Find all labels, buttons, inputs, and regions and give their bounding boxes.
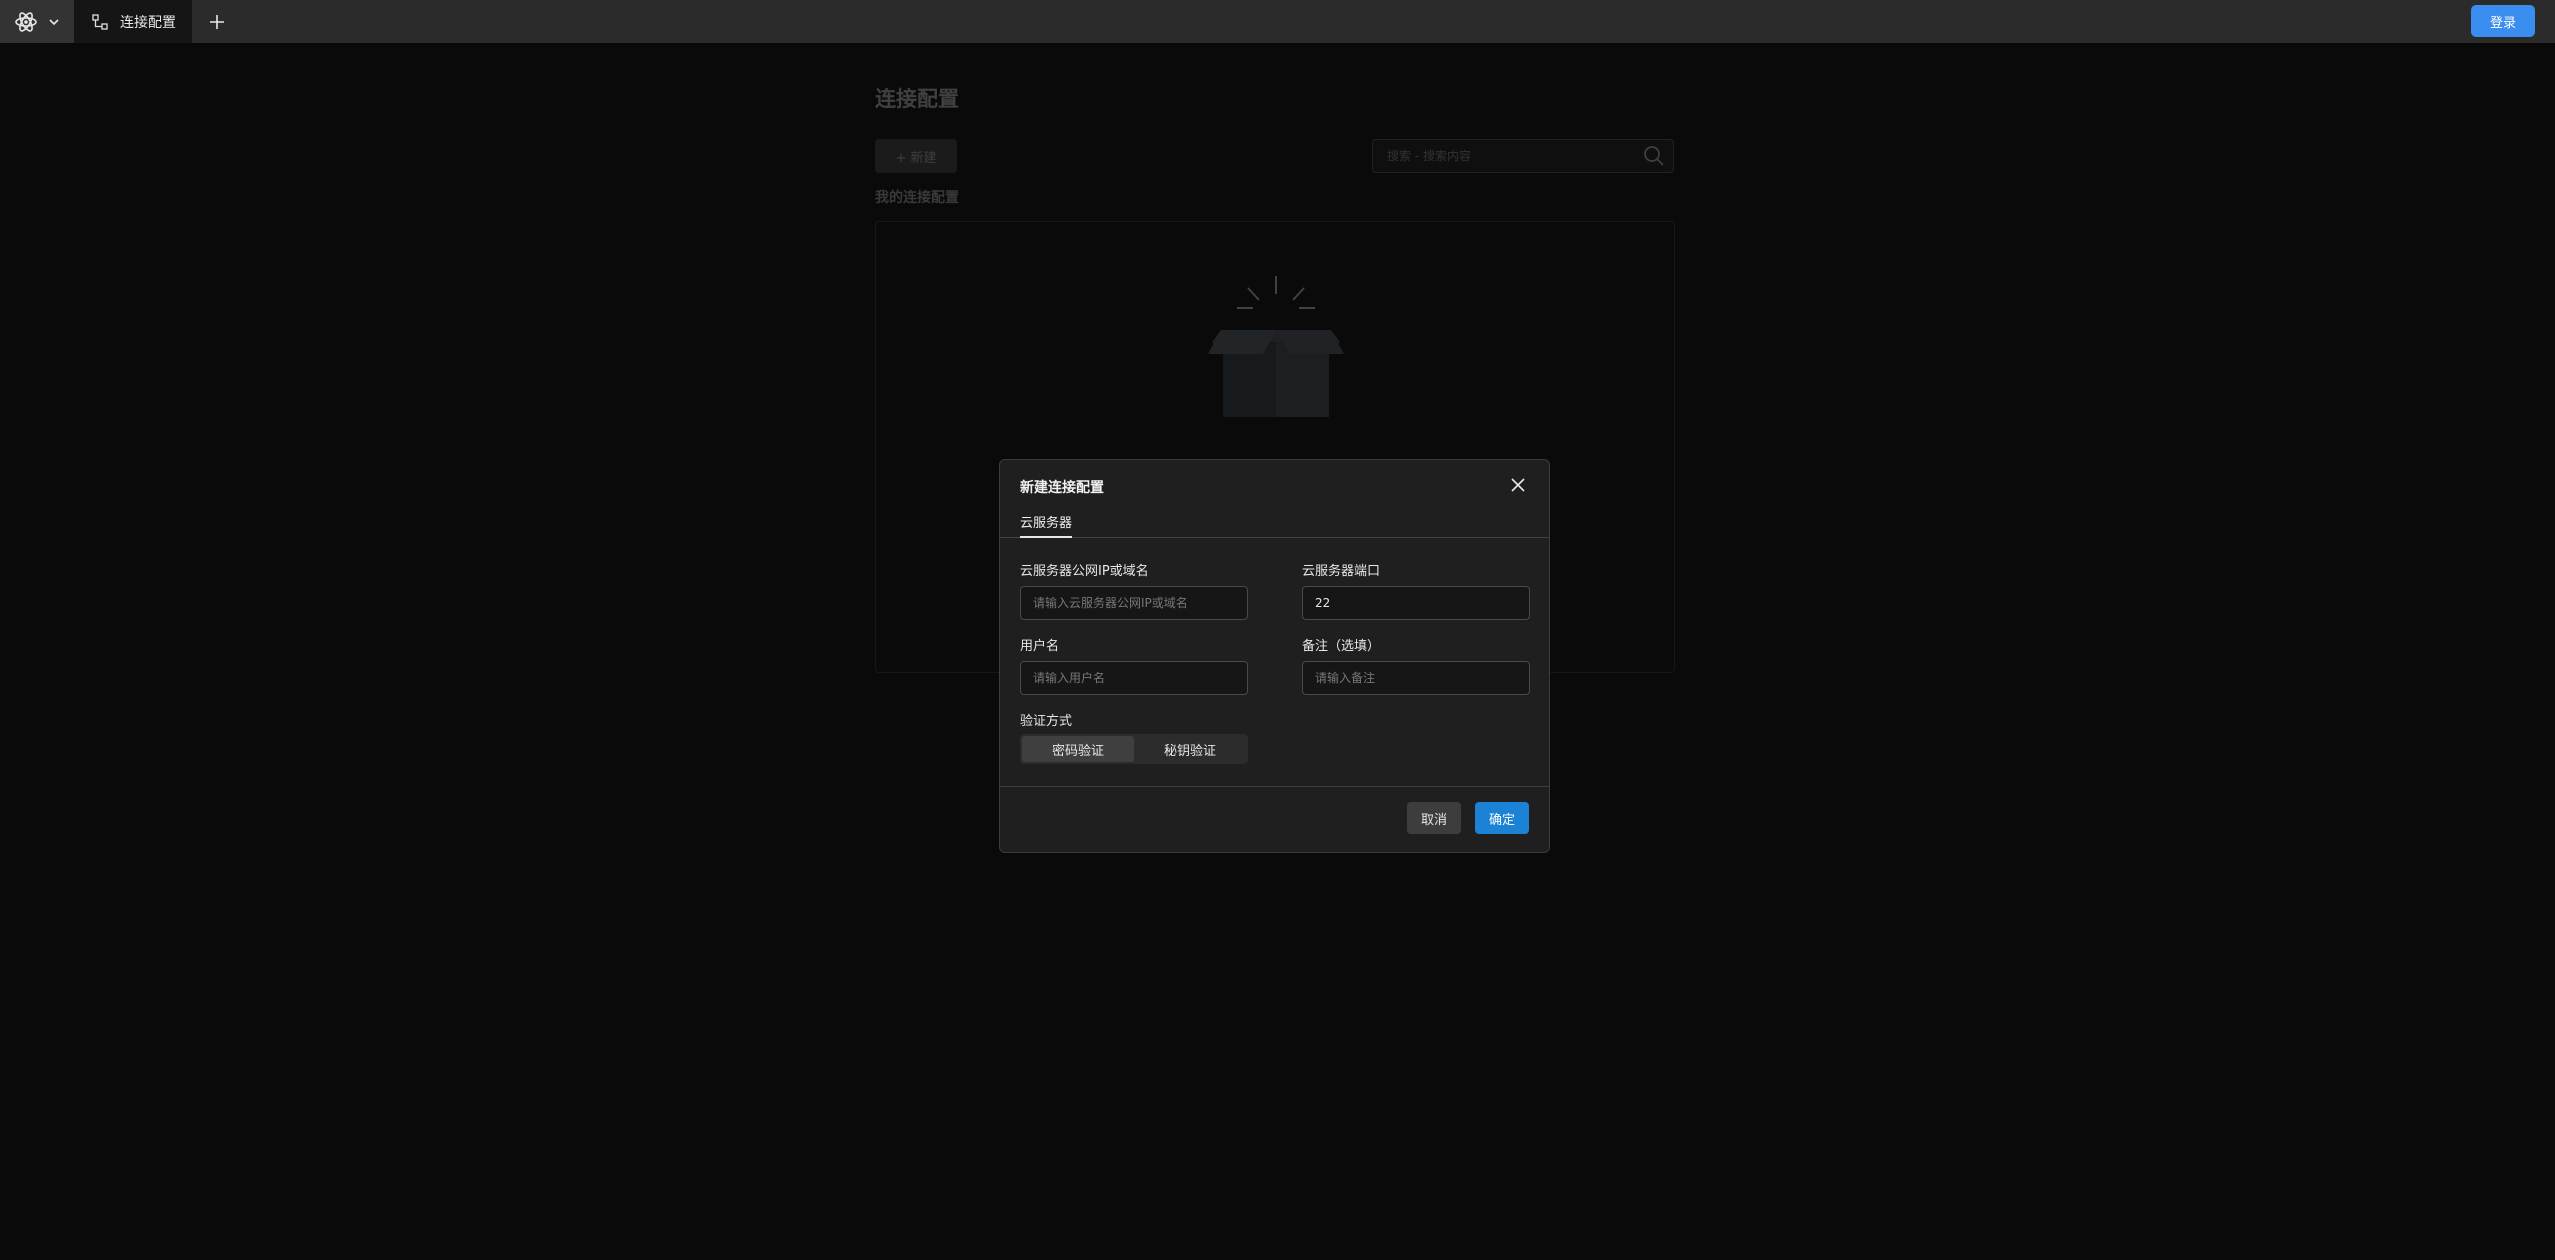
confirm-button[interactable]: 确定 (1475, 802, 1529, 834)
add-tab-button[interactable] (192, 0, 242, 43)
remark-input[interactable] (1302, 661, 1530, 695)
close-icon[interactable] (1509, 476, 1527, 494)
cancel-button[interactable]: 取消 (1407, 802, 1461, 834)
password-auth-option[interactable]: 密码验证 (1022, 736, 1134, 762)
username-label: 用户名 (1020, 639, 1060, 654)
host-label: 云服务器公网IP或域名 (1020, 564, 1149, 579)
top-bar: 连接配置 登录 (0, 0, 2555, 43)
tab-connection-config[interactable]: 连接配置 (74, 0, 192, 43)
new-connection-dialog: 新建连接配置 云服务器 云服务器公网IP或域名 云服务器端口 用户名 备注（选填… (999, 459, 1550, 853)
connection-tree-icon (92, 13, 108, 30)
login-button[interactable]: 登录 (2471, 5, 2535, 37)
auth-method-label: 验证方式 (1020, 714, 1073, 729)
dialog-header: 新建连接配置 (1000, 460, 1549, 510)
key-auth-option[interactable]: 秘钥验证 (1134, 736, 1246, 762)
username-input[interactable] (1020, 661, 1248, 695)
plus-icon (210, 14, 224, 29)
port-label: 云服务器端口 (1302, 564, 1381, 579)
host-input[interactable] (1020, 586, 1248, 620)
search-box (1372, 139, 1674, 173)
tab-label: 连接配置 (120, 14, 176, 31)
page-title: 连接配置 (875, 87, 959, 111)
chevron-down-icon (49, 18, 59, 25)
atom-logo-icon (15, 11, 37, 32)
dialog-tabs: 云服务器 (1000, 510, 1549, 538)
page-toolbar: + 新建 (875, 139, 1675, 173)
remark-label: 备注（选填） (1302, 639, 1381, 654)
dialog-footer: 取消 确定 (1000, 786, 1549, 852)
dialog-title: 新建连接配置 (1020, 480, 1104, 496)
connection-form: 云服务器公网IP或域名 云服务器端口 用户名 备注（选填） 验证方式 密码验证 … (1000, 538, 1549, 786)
new-config-button[interactable]: + 新建 (875, 139, 957, 173)
app-menu-button[interactable] (0, 0, 74, 43)
auth-method-toggle: 密码验证 秘钥验证 (1020, 734, 1248, 764)
empty-box-icon (1208, 276, 1344, 417)
tab-cloud-server[interactable]: 云服务器 (1020, 512, 1073, 538)
section-label: 我的连接配置 (875, 190, 959, 206)
search-input[interactable] (1385, 148, 1643, 164)
search-icon[interactable] (1643, 145, 1665, 167)
port-input[interactable] (1302, 586, 1530, 620)
